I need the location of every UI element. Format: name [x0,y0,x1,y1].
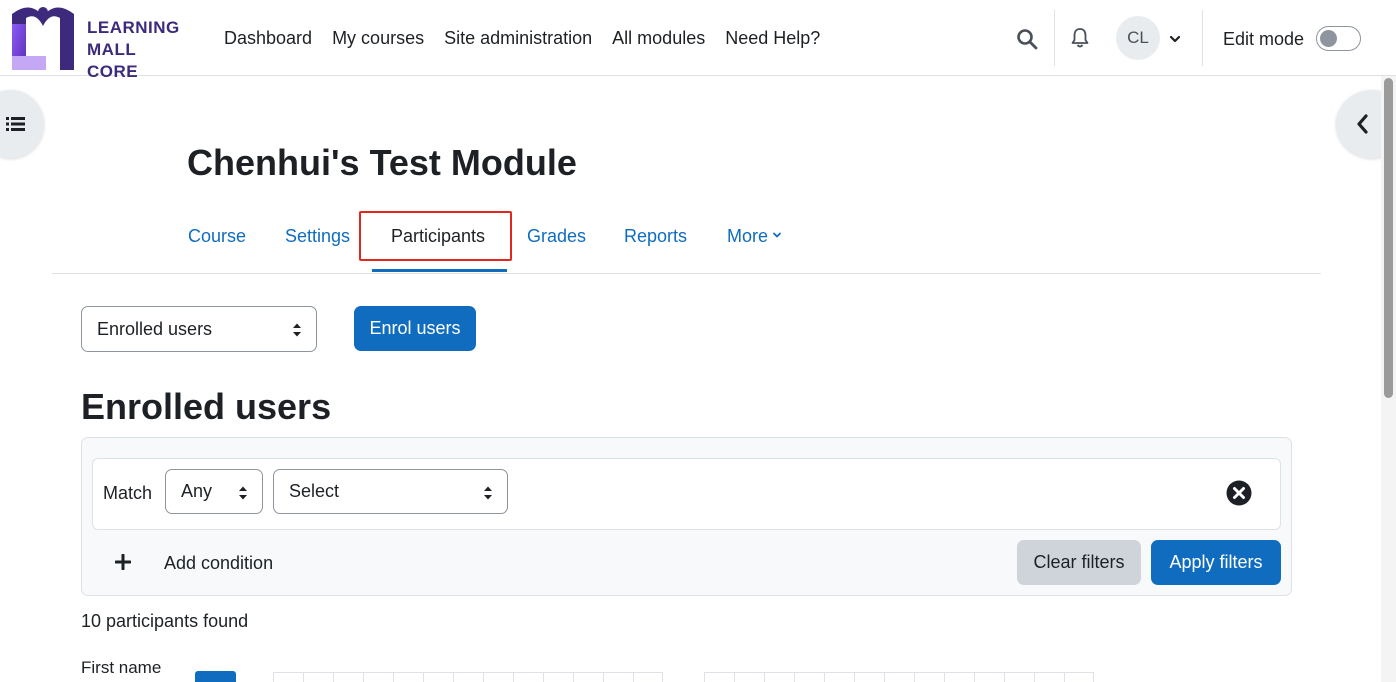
navbar-divider [1202,10,1203,66]
initial-button[interactable] [273,672,303,682]
search-icon[interactable] [1016,28,1038,50]
top-navbar: LEARNING MALL CORE Dashboard My courses … [0,0,1396,81]
initial-button[interactable] [483,672,513,682]
initial-button[interactable] [573,672,603,682]
tab-course[interactable]: Course [188,224,246,248]
initials-bar-right [704,672,1094,682]
course-index-drawer-toggle[interactable] [0,90,44,158]
navbar-divider [1054,10,1055,66]
chevron-down-icon[interactable] [1168,32,1182,46]
filter-type-select[interactable]: Select [273,469,508,514]
remove-filter-icon[interactable] [1226,480,1252,506]
initial-button[interactable] [423,672,453,682]
plus-icon[interactable] [115,554,131,570]
logo-line-3: CORE [87,62,139,81]
initial-button[interactable] [794,672,824,682]
match-label: Match [103,483,153,503]
initial-button[interactable] [1034,672,1064,682]
initial-button[interactable] [513,672,543,682]
tab-settings[interactable]: Settings [285,224,350,248]
add-condition-button[interactable]: Add condition [164,551,273,575]
filter-panel: Match Any Select Add condition Clear fil… [81,437,1292,596]
initial-button[interactable] [1004,672,1034,682]
chevron-down-icon [773,232,781,238]
filter-type-value: Select [289,481,340,501]
list-icon [6,117,25,131]
initial-button[interactable] [764,672,794,682]
logo-text: LEARNING MALL CORE [87,17,180,83]
scrollbar-thumb[interactable] [1384,78,1393,398]
participants-view-value: Enrolled users [97,319,213,339]
highlight-annotation-box [359,211,512,261]
match-select[interactable]: Any [165,469,263,514]
toggle-knob [1320,30,1337,47]
match-select-value: Any [181,481,213,501]
edit-mode-label: Edit mode [1223,29,1305,49]
nav-need-help[interactable]: Need Help? [725,26,820,50]
active-tab-indicator [372,269,507,272]
section-heading: Enrolled users [81,386,332,427]
participants-count: 10 participants found [81,611,249,631]
initial-button[interactable] [333,672,363,682]
tab-more-label: More [727,226,769,246]
nav-site-administration[interactable]: Site administration [444,26,592,50]
nav-my-courses[interactable]: My courses [332,26,424,50]
participants-view-select[interactable]: Enrolled users [81,306,317,352]
initial-button[interactable] [704,672,734,682]
initial-all-button[interactable] [195,671,236,682]
initial-button[interactable] [633,672,663,682]
logo-mark-icon [12,7,74,70]
initial-button[interactable] [854,672,884,682]
first-name-filter-label: First name [81,658,162,677]
initial-button[interactable] [944,672,974,682]
site-logo[interactable]: LEARNING MALL CORE [10,4,185,81]
initial-button[interactable] [1064,672,1094,682]
tab-reports[interactable]: Reports [624,224,687,248]
chevron-left-icon [1357,114,1368,134]
bell-icon[interactable] [1068,26,1092,50]
user-avatar[interactable]: CL [1116,16,1160,60]
initial-button[interactable] [734,672,764,682]
tab-more[interactable]: More [727,224,782,248]
initials-bar-left [273,672,663,682]
initial-button[interactable] [453,672,483,682]
initial-button[interactable] [393,672,423,682]
enrol-users-button[interactable]: Enrol users [354,306,476,351]
initial-button[interactable] [974,672,1004,682]
secondary-navigation: Course Settings Participants Grades Repo… [52,210,1321,274]
nav-dashboard[interactable]: Dashboard [224,26,312,50]
initial-button[interactable] [543,672,573,682]
primary-nav: Dashboard My courses Site administration… [224,26,840,50]
page-title: Chenhui's Test Module [187,142,577,183]
initial-button[interactable] [884,672,914,682]
edit-mode-toggle[interactable] [1316,26,1361,51]
logo-line-1: LEARNING [87,18,180,37]
initial-button[interactable] [914,672,944,682]
initial-button[interactable] [603,672,633,682]
filter-row: Match Any Select [92,458,1281,530]
tab-grades[interactable]: Grades [527,224,586,248]
initial-button[interactable] [303,672,333,682]
nav-all-modules[interactable]: All modules [612,26,705,50]
select-arrows-icon [484,486,492,500]
initial-button[interactable] [363,672,393,682]
initial-button[interactable] [824,672,854,682]
clear-filters-button[interactable]: Clear filters [1017,540,1141,585]
logo-line-2: MALL [87,40,137,59]
select-arrows-icon [293,323,301,337]
select-arrows-icon [239,486,247,500]
apply-filters-button[interactable]: Apply filters [1151,540,1281,585]
